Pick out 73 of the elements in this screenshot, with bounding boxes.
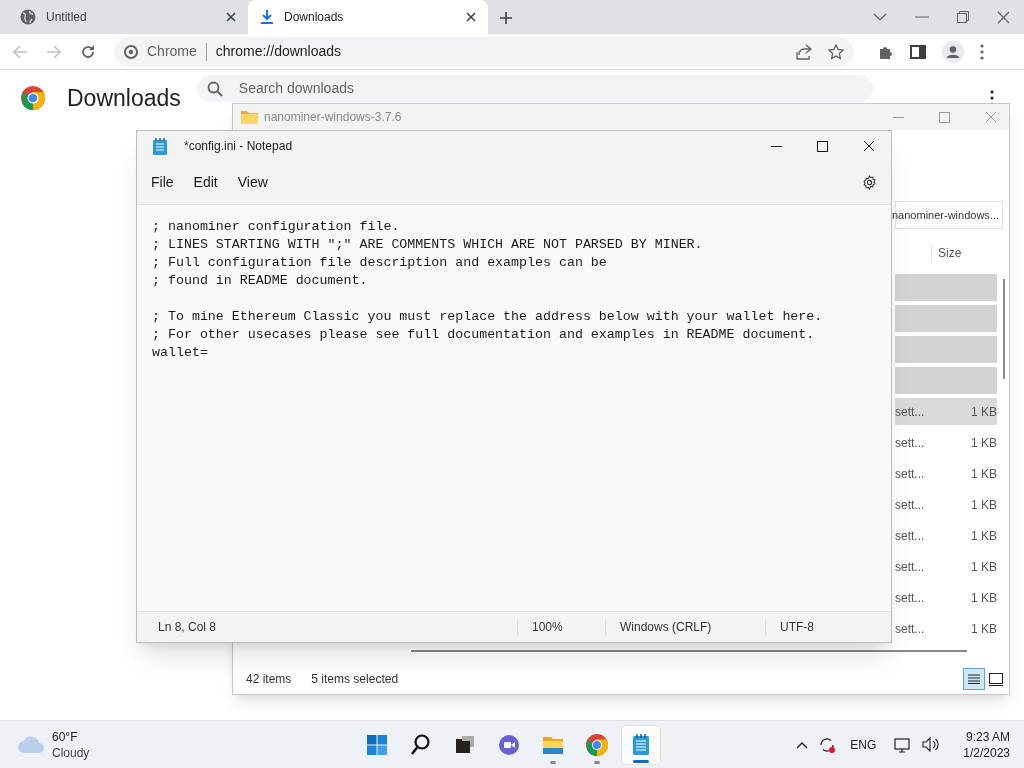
file-name: sett... — [895, 465, 925, 483]
maximize-icon[interactable] — [817, 140, 828, 152]
scrollbar-thumb[interactable] — [411, 650, 967, 652]
status-text: UTF-8 — [765, 618, 875, 636]
file-size: 1 KB — [971, 496, 997, 514]
list-icon — [968, 674, 980, 684]
chevron-down-icon[interactable] — [873, 12, 887, 22]
volume-icon[interactable] — [922, 737, 940, 752]
menu-item[interactable]: View — [227, 167, 278, 198]
chat-icon — [497, 732, 521, 757]
tiles-view-icon[interactable] — [989, 672, 1003, 686]
start-icon — [365, 732, 389, 757]
chevron-up-icon[interactable] — [796, 740, 809, 749]
menu-item[interactable]: Edit — [183, 167, 228, 198]
menu-item[interactable]: File — [141, 167, 184, 198]
search-icon — [206, 80, 223, 97]
address-bar[interactable]: Chrome chrome://downloads — [114, 36, 854, 67]
window-title: nanominer-windows-3.7.6 — [264, 109, 402, 126]
globe-icon — [20, 9, 36, 25]
window-title: *config.ini - Notepad — [184, 138, 293, 155]
browser-tab[interactable]: Downloads — [248, 0, 488, 34]
reload-icon[interactable] — [80, 43, 96, 60]
folder-icon — [241, 110, 258, 124]
page-title: Downloads — [67, 83, 181, 113]
file-name: sett... — [895, 527, 925, 545]
file-size: 1 KB — [971, 403, 997, 421]
search-field[interactable]: Search downloads — [196, 74, 873, 102]
sync-icon[interactable] — [818, 735, 837, 754]
url-text: chrome://downloads — [215, 42, 342, 61]
file-size: 1 KB — [971, 589, 997, 607]
file-size: 1 KB — [971, 558, 997, 576]
close-icon[interactable] — [863, 140, 875, 152]
cloud-icon — [18, 736, 45, 753]
notepad-icon — [153, 137, 167, 155]
file-size: 1 KB — [971, 527, 997, 545]
profile-icon[interactable] — [942, 40, 964, 63]
sidebar-icon[interactable] — [910, 43, 926, 60]
file-name: sett... — [895, 496, 925, 514]
star-icon[interactable] — [828, 43, 844, 60]
file-size: 1 KB — [971, 620, 997, 638]
language-indicator[interactable]: ENG — [850, 735, 877, 754]
details-view-button[interactable] — [963, 668, 985, 690]
minimize-icon[interactable] — [771, 145, 782, 147]
selection-count: 5 items selected — [311, 671, 399, 688]
share-icon[interactable] — [796, 43, 812, 60]
file-name: sett... — [895, 434, 925, 452]
download-icon — [260, 9, 274, 25]
file-size: 1 KB — [971, 465, 997, 483]
file-size: 1 KB — [971, 434, 997, 452]
temperature-label: 60°F — [52, 728, 79, 745]
status-text: 100% — [517, 618, 605, 636]
more-icon[interactable] — [980, 43, 984, 60]
item-count: 42 items — [246, 671, 292, 688]
file-name: sett... — [895, 620, 925, 638]
clock-time[interactable]: 9:23 AM — [965, 728, 1010, 745]
new-tab-icon[interactable] — [498, 10, 514, 26]
site-label: Chrome — [147, 42, 197, 61]
close-icon[interactable] — [466, 12, 476, 22]
chrome-logo-icon — [21, 86, 45, 110]
restore-icon[interactable] — [957, 11, 969, 23]
weather-label: Cloudy — [52, 744, 90, 761]
file-name: sett... — [895, 558, 925, 576]
close-icon[interactable] — [226, 12, 236, 22]
browser-tab[interactable]: Untitled — [8, 0, 248, 34]
file-name: sett... — [895, 589, 925, 607]
settings-icon[interactable] — [862, 175, 877, 190]
file-row[interactable]: sett... 1 KB — [895, 398, 997, 425]
scrollbar-thumb[interactable] — [1003, 279, 1005, 379]
status-text: Windows (CRLF) — [605, 618, 765, 636]
clock-date[interactable]: 1/2/2023 — [963, 744, 1010, 761]
status-text: Ln 8, Col 8 — [157, 619, 218, 636]
file-name: sett... — [895, 403, 925, 421]
column-header[interactable]: Size — [931, 244, 962, 262]
